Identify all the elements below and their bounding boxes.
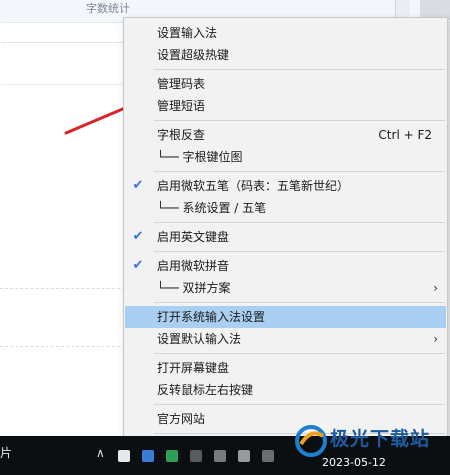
menu-item-shortcut: Ctrl + F2 [378,128,432,142]
menu-item-label: 启用微软五笔（码表：五笔新世纪） [157,179,350,193]
menu-item-set-input-method[interactable]: 设置输入法 [125,22,446,44]
word-count-label[interactable]: 字数统计 [0,0,130,20]
menu-item-enable-wubi[interactable]: ✔ 启用微软五笔（码表：五笔新世纪） [125,175,446,197]
watermark-text: 极光下载站 [330,428,431,450]
tray-app-icon[interactable] [262,450,274,462]
tray-app-icon[interactable] [166,450,178,462]
menu-item-label: 管理码表 [157,77,206,91]
tray-expand-icon[interactable]: ∧ [96,446,105,460]
menu-item-open-system-ime-settings[interactable]: 打开系统输入法设置 [125,306,446,328]
menu-item-label: 设置输入法 [157,26,218,40]
menu-separator [154,353,445,354]
menu-item-label: └── 双拼方案 [157,281,231,295]
menu-item-label: 打开系统输入法设置 [157,310,266,324]
menu-separator [154,302,445,303]
tray-app-icon[interactable] [214,450,226,462]
document-guideline [0,288,125,289]
tray-app-icon[interactable] [190,450,202,462]
document-divider [0,84,125,85]
check-icon: ✔ [132,178,144,193]
menu-item-enable-pinyin[interactable]: ✔ 启用微软拼音 [125,255,446,277]
tray-ime-icon[interactable] [142,450,154,462]
menu-item-label: 打开屏幕键盘 [157,361,230,375]
menu-item-label: 启用微软拼音 [157,259,230,273]
menu-item-enable-english-keyboard[interactable]: ✔ 启用英文键盘 [125,226,446,248]
menu-item-swap-mouse-buttons[interactable]: 反转鼠标左右按键 [125,379,446,401]
menu-item-manage-code-table[interactable]: 管理码表 [125,73,446,95]
menu-item-default-ime[interactable]: 设置默认输入法 › [125,328,446,350]
menu-item-label: 设置超级热键 [157,48,230,62]
menu-item-label: 启用英文键盘 [157,230,230,244]
document-divider [0,42,125,43]
menu-separator [154,404,445,405]
tray-document-icon[interactable] [118,450,130,462]
menu-item-label: 官方网站 [157,412,206,426]
menu-item-on-screen-keyboard[interactable]: 打开屏幕键盘 [125,357,446,379]
menu-item-label: └── 字根键位图 [157,150,243,164]
menu-separator [154,171,445,172]
check-icon: ✔ [132,258,144,273]
menu-item-super-hotkey[interactable]: 设置超级热键 [125,44,446,66]
menu-item-label: 字根反查 [157,128,206,142]
chevron-right-icon: › [433,281,438,295]
clock-date[interactable]: 2023-05-12 [322,456,386,469]
menu-item-label: 管理短语 [157,99,206,113]
document-edge [0,22,1,432]
menu-item-radical-keymap[interactable]: └── 字根键位图 [125,146,446,168]
menu-item-label: └── 系统设置 / 五笔 [157,201,267,215]
menu-item-label: 反转鼠标左右按键 [157,383,254,397]
tray-app-icon[interactable] [238,450,250,462]
ime-context-menu: 设置输入法 设置超级热键 管理码表 管理短语 字根反查 Ctrl + F2 └─… [123,17,448,455]
menu-item-manage-phrases[interactable]: 管理短语 [125,95,446,117]
document-guideline [0,346,125,347]
chevron-right-icon: › [433,332,438,346]
menu-separator [154,222,445,223]
check-icon: ✔ [132,229,144,244]
menu-separator [154,69,445,70]
menu-separator [154,251,445,252]
menu-item-radical-lookup[interactable]: 字根反查 Ctrl + F2 [125,124,446,146]
menu-item-shuangpin-scheme[interactable]: └── 双拼方案 › [125,277,446,299]
menu-item-label: 设置默认输入法 [157,332,242,346]
watermark-logo-icon [295,425,327,457]
menu-item-wubi-settings[interactable]: └── 系统设置 / 五笔 [125,197,446,219]
menu-separator [154,120,445,121]
taskbar-app-label[interactable]: 片 [0,444,12,461]
